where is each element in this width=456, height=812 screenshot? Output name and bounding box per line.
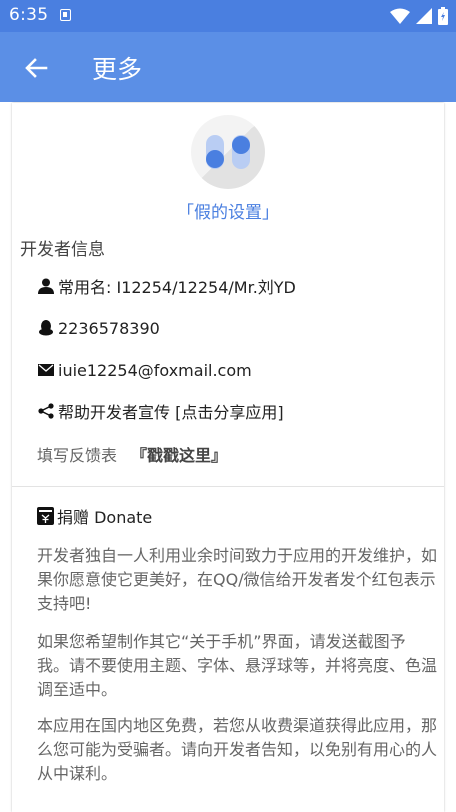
app-notification-icon bbox=[60, 9, 71, 21]
app-logo bbox=[191, 115, 265, 189]
toggle-logo-icon bbox=[206, 135, 250, 169]
share-row[interactable]: 帮助开发者宣传 [点击分享应用] bbox=[37, 399, 284, 423]
page-title: 更多 bbox=[92, 55, 143, 84]
donate-heading[interactable]: 捐赠 Donate bbox=[37, 504, 152, 528]
donate-paragraph-2: 如果您希望制作其它“关于手机”界面，请发送截图予我。请不要使用主题、字体、悬浮球… bbox=[37, 632, 438, 699]
status-bar: 6:35 bbox=[0, 0, 456, 32]
divider bbox=[12, 486, 444, 487]
email-row[interactable]: iuie12254@foxmail.com bbox=[37, 358, 252, 382]
arrow-back-icon[interactable] bbox=[20, 52, 52, 84]
donate-title: 捐赠 Donate bbox=[57, 508, 153, 527]
developer-info-heading: 开发者信息 bbox=[20, 240, 105, 260]
wallet-icon bbox=[37, 507, 54, 525]
qq-penguin-icon bbox=[37, 319, 55, 337]
feedback-link[interactable]: 『戳戳这里』 bbox=[131, 446, 227, 465]
username-row[interactable]: 常用名: I12254/12254/Mr.刘YD bbox=[37, 274, 296, 298]
share-icon bbox=[37, 402, 55, 420]
status-time: 6:35 bbox=[9, 5, 49, 25]
signal-icon bbox=[416, 8, 432, 24]
app-name: 「假的设置」 bbox=[177, 203, 279, 223]
mail-icon bbox=[37, 361, 55, 379]
username-text: 常用名: I12254/12254/Mr.刘YD bbox=[58, 278, 296, 297]
qq-text: 2236578390 bbox=[58, 318, 160, 338]
battery-icon bbox=[438, 7, 448, 25]
wifi-icon bbox=[390, 8, 410, 24]
app-bar: 更多 bbox=[0, 32, 456, 102]
system-icons bbox=[390, 7, 448, 25]
qq-row[interactable]: 2236578390 bbox=[37, 316, 160, 340]
feedback-label: 填写反馈表 bbox=[37, 446, 118, 465]
donate-paragraph-3: 本应用在国内地区免费，若您从收费渠道获得此应用，那么您可能为受骗者。请向开发者告… bbox=[37, 716, 438, 783]
share-text: 帮助开发者宣传 [点击分享应用] bbox=[58, 403, 284, 422]
donate-paragraph-1: 开发者独自一人利用业余时间致力于应用的开发维护，如果你愿意使它更美好，在QQ/微… bbox=[37, 546, 438, 613]
email-text: iuie12254@foxmail.com bbox=[58, 360, 252, 380]
person-icon bbox=[37, 277, 55, 295]
feedback-row[interactable]: 填写反馈表 『戳戳这里』 bbox=[37, 442, 227, 466]
